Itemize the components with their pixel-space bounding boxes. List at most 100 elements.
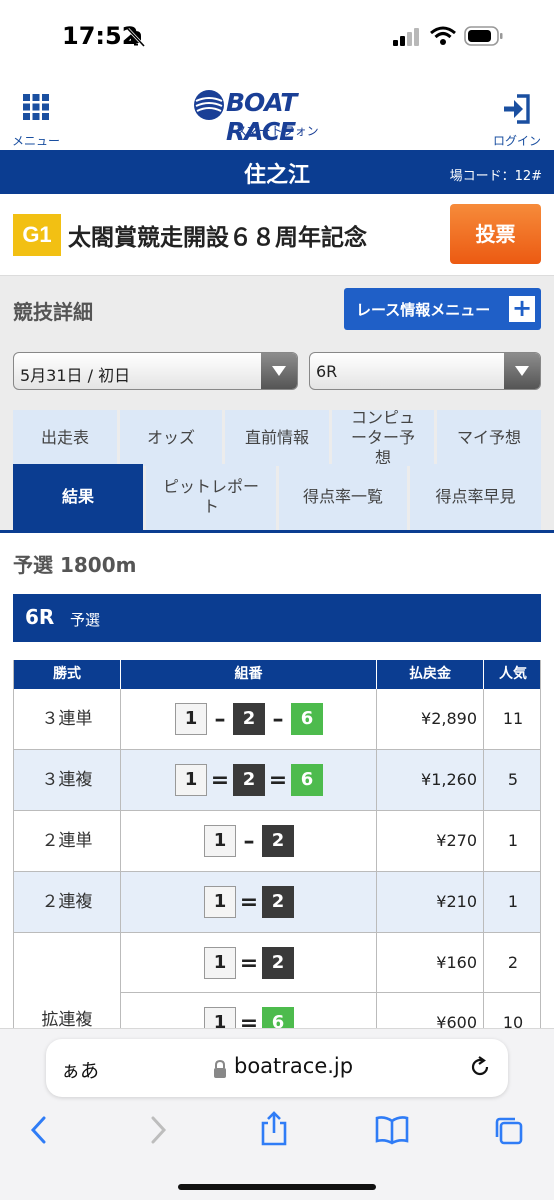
popularity: 10: [502, 1013, 524, 1028]
race-kind: 予選: [70, 611, 101, 629]
tab-computer-prediction[interactable]: コンピューター予想: [332, 408, 434, 467]
tab-my-prediction[interactable]: マイ予想: [437, 410, 541, 466]
payout: ¥270: [377, 811, 484, 871]
header-combination: 組番: [121, 660, 377, 689]
back-icon[interactable]: [26, 1115, 52, 1145]
combination: 1 – 2 – 6: [121, 689, 377, 749]
boat-number: 2: [262, 886, 294, 918]
reload-icon[interactable]: [468, 1055, 492, 1079]
boat-number: 1: [175, 703, 207, 735]
bookmarks-icon[interactable]: [374, 1115, 410, 1145]
login-label: ログイン: [492, 134, 541, 148]
header-payout: 払戻金: [377, 660, 484, 689]
table-header: 勝式 組番 払戻金 人気: [14, 660, 540, 689]
date-select-value: 5月31日 / 初日: [20, 366, 131, 385]
race-title-row: G1 太閤賞競走開設６８周年記念 投票: [0, 194, 554, 276]
table-row: ２連複 1 = 2 ¥210 1: [14, 872, 540, 933]
boat-number: 1: [204, 1007, 236, 1028]
popularity: 1: [507, 892, 519, 911]
combination: 1 – 2: [121, 811, 377, 871]
separator: –: [243, 828, 255, 854]
tab-score-rate-quick[interactable]: 得点率早見: [410, 464, 541, 530]
header-popularity: 人気: [499, 666, 527, 682]
separator: =: [210, 767, 230, 793]
boat-number: 1: [204, 947, 236, 979]
bet-type: ３連単: [14, 689, 121, 749]
wifi-icon: [430, 26, 456, 45]
race-select[interactable]: 6R: [309, 352, 541, 390]
site-logo[interactable]: BOAT RACE スマートフォン: [192, 86, 364, 146]
separator: –: [272, 706, 284, 732]
boat-number: 1: [204, 886, 236, 918]
venue-bar: 住之江 場コード：12#: [0, 150, 554, 194]
payout: ¥1,260: [377, 750, 484, 810]
boat-number: 2: [233, 764, 265, 796]
combination: 1 = 2 = 6: [121, 750, 377, 810]
separator: =: [239, 950, 259, 976]
bell-off-icon: [126, 27, 146, 47]
payout: ¥2,890: [377, 689, 484, 749]
browser-toolbar: ぁあ boatrace.jp: [0, 1028, 554, 1200]
race-subheading: 予選 1800m: [13, 553, 137, 577]
tab-score-rate-list[interactable]: 得点率一覧: [279, 464, 407, 530]
chevron-down-icon: [261, 353, 297, 389]
separator: =: [268, 767, 288, 793]
tab-pre-race-info[interactable]: 直前情報: [225, 410, 329, 466]
forward-icon[interactable]: [145, 1115, 171, 1145]
address-bar[interactable]: ぁあ boatrace.jp: [46, 1039, 508, 1097]
status-bar: 17:52: [0, 0, 554, 78]
combination: 1 = 2: [121, 933, 377, 993]
date-select[interactable]: 5月31日 / 初日: [13, 352, 298, 390]
combination: 1 = 6: [121, 993, 377, 1028]
selector-bar: 5月31日 / 初日 6R: [0, 340, 554, 406]
results-table: 勝式 組番 払戻金 人気 ３連単 1 – 2 – 6 ¥2,890 11 ３連複…: [13, 660, 541, 1028]
race-title: 太閤賞競走開設６８周年記念: [68, 225, 367, 251]
share-icon[interactable]: [259, 1111, 289, 1147]
login-icon: [504, 94, 530, 124]
boat-number: 1: [204, 825, 236, 857]
bet-type-group: 拡連複: [14, 932, 121, 1028]
popularity: 2: [507, 953, 519, 972]
plus-icon: +: [509, 296, 535, 322]
separator: =: [239, 889, 259, 915]
detail-heading: 競技詳細: [13, 300, 93, 324]
table-row: ２連単 1 – 2 ¥270 1: [14, 811, 540, 872]
race-select-value: 6R: [316, 362, 338, 381]
grid-menu-icon: [23, 94, 49, 120]
logo-subtext: スマートフォン: [235, 124, 319, 138]
race-tabs: 出走表 オッズ 直前情報 コンピューター予想 マイ予想 結果 ピットレポート 得…: [0, 406, 554, 533]
signal-icon: [393, 28, 419, 46]
race-bar: 6R 予選: [13, 594, 541, 642]
race-info-menu-button[interactable]: レース情報メニュー +: [344, 288, 541, 330]
detail-bar: 競技詳細 レース情報メニュー +: [0, 276, 554, 340]
table-row: ３連単 1 – 2 – 6 ¥2,890 11: [14, 689, 540, 750]
tab-results[interactable]: 結果: [13, 464, 143, 530]
popularity: 5: [507, 770, 519, 789]
menu-button[interactable]: メニュー: [10, 88, 62, 148]
separator: –: [214, 706, 226, 732]
grade-badge: G1: [13, 214, 61, 256]
tab-entry-list[interactable]: 出走表: [13, 410, 117, 466]
bet-type: ２連単: [14, 811, 121, 871]
popularity: 1: [507, 831, 519, 850]
tab-odds[interactable]: オッズ: [120, 410, 222, 466]
payout: ¥600: [377, 993, 484, 1028]
vote-button[interactable]: 投票: [450, 204, 541, 264]
tabs-icon[interactable]: [493, 1115, 525, 1147]
boat-number: 2: [262, 947, 294, 979]
url-text: boatrace.jp: [234, 1054, 354, 1078]
table-row: ３連複 1 = 2 = 6 ¥1,260 5: [14, 750, 540, 811]
lock-icon: [214, 1059, 226, 1078]
boat-number: 6: [291, 764, 323, 796]
race-info-menu-label: レース情報メニュー: [356, 301, 491, 319]
race-number: 6R: [25, 605, 55, 629]
page-settings-button[interactable]: ぁあ: [61, 1056, 99, 1083]
boat-number: 2: [262, 825, 294, 857]
tab-pit-report[interactable]: ピットレポート: [146, 464, 276, 530]
combination: 1 = 2: [121, 872, 377, 932]
bet-type: ３連複: [14, 750, 121, 810]
tabs-divider: [0, 530, 554, 533]
payout: ¥160: [377, 933, 484, 993]
login-button[interactable]: ログイン: [490, 88, 544, 148]
home-indicator: [178, 1184, 376, 1190]
